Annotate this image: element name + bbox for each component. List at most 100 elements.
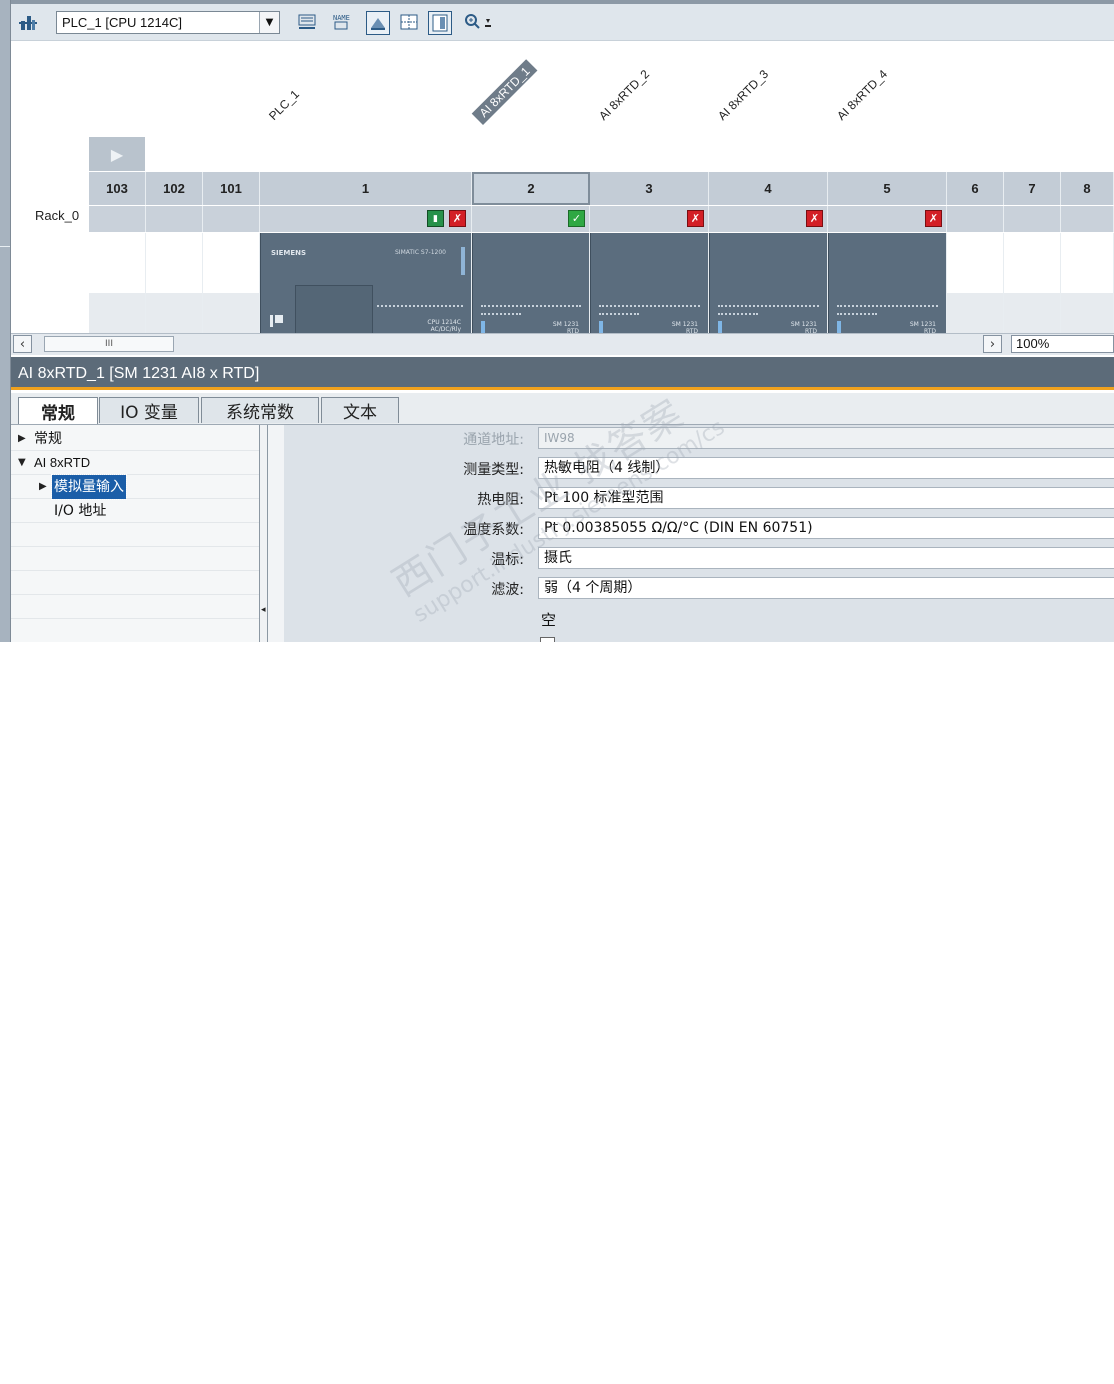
diagnostic-error-icon[interactable]: ✗ [925, 210, 942, 227]
prop-row-empty: 空 [284, 606, 1114, 642]
inspector-nav-tree: ▶ 常规 ▼ AI 8xRTD ▶ 模拟量输入 I/O 地址 [11, 425, 259, 642]
nav-splitter[interactable]: ◂ [259, 425, 268, 642]
nav-item-label-selected: 模拟量输入 [51, 474, 127, 500]
empty-slot[interactable] [1061, 233, 1114, 333]
inspector-title: AI 8xRTD_1 [SM 1231 AI8 x RTD] [11, 357, 1114, 390]
slot-header[interactable]: 5 [828, 172, 947, 205]
rack-cell[interactable] [947, 206, 1004, 232]
empty-slot[interactable] [1004, 233, 1061, 333]
zoom-icon[interactable] [463, 11, 499, 33]
diagnostic-error-icon[interactable]: ✗ [687, 210, 704, 227]
expand-right-icon[interactable]: ▶ [39, 475, 47, 499]
horizontal-scrollbar[interactable]: ‹ III › 100% [11, 333, 1114, 355]
io-led-row [377, 305, 463, 309]
ok-check-icon[interactable]: ✓ [568, 210, 585, 227]
io-led-row [481, 313, 521, 317]
scrollbar-thumb[interactable]: III [44, 336, 174, 352]
slot-header[interactable]: 7 [1004, 172, 1061, 205]
address-overview-icon[interactable] [296, 11, 318, 33]
io-led-row [837, 313, 877, 317]
scroll-right-icon[interactable]: › [983, 335, 1002, 353]
collapse-left-icon[interactable]: ◂ [261, 605, 266, 615]
empty-slot[interactable] [89, 233, 146, 333]
slot-header[interactable]: 3 [590, 172, 709, 205]
temp-coefficient-select[interactable]: Pt 0.00385055 Ω/Ω/°C (DIN EN 60751) [538, 517, 1114, 539]
rack-rail [1061, 293, 1113, 333]
rack-cell[interactable] [1004, 206, 1061, 232]
column-label-module: AI 8xRTD_4 [834, 67, 891, 123]
signal-module[interactable]: SM 1231 RTD [709, 233, 828, 335]
module-labels-icon[interactable] [366, 11, 390, 35]
slot-header[interactable]: 102 [146, 172, 203, 205]
rack-rail [1004, 293, 1060, 333]
tab-texts[interactable]: 文本 [321, 397, 399, 423]
rack-rail [89, 293, 145, 333]
signal-module-selected[interactable]: SM 1231 RTD [472, 233, 590, 335]
network-icon[interactable] [17, 11, 39, 33]
cpu-model-label: SIMATIC S7-1200 [395, 249, 446, 256]
empty-slot[interactable] [146, 233, 203, 333]
signal-module[interactable]: SM 1231 RTD [828, 233, 947, 335]
left-collapsed-panel[interactable] [0, 0, 11, 642]
cpu-door [295, 285, 373, 335]
device-view-canvas[interactable]: PLC_1 AI 8xRTD_1 AI 8xRTD_2 AI 8xRTD_3 A… [11, 41, 1114, 335]
signal-module[interactable]: SM 1231 RTD [590, 233, 709, 335]
grid-icon[interactable] [398, 11, 420, 33]
rack-cell[interactable] [203, 206, 260, 232]
page-break-icon[interactable] [428, 11, 452, 35]
nav-item-label: I/O 地址 [54, 503, 107, 519]
cpu-run-status-icon[interactable]: ▮ [427, 210, 444, 227]
cpu-module[interactable]: SIEMENS SIMATIC S7-1200 CPU 1214C AC/DC/… [260, 233, 472, 335]
temp-scale-select[interactable]: 摄氏 [538, 547, 1114, 569]
slot-header[interactable]: 4 [709, 172, 828, 205]
device-select[interactable]: PLC_1 [CPU 1214C] ▼ [56, 11, 280, 34]
slot-header[interactable]: 6 [947, 172, 1004, 205]
nav-empty-row [11, 547, 259, 571]
device-name-icon[interactable]: NAME [331, 11, 353, 33]
rack-rail [146, 293, 202, 333]
properties-panel: 通道地址: IW98 测量类型: 热敏电阻（4 线制） 热电阻: Pt 100 … [284, 425, 1114, 642]
prop-row-measurement-type: 测量类型: 热敏电阻（4 线制） [284, 456, 1114, 480]
zoom-level-field[interactable]: 100% [1011, 335, 1114, 353]
status-led [599, 321, 603, 333]
io-led-row [599, 313, 639, 317]
io-led-row [718, 313, 758, 317]
cpu-small-label: AC/DC/Rly [430, 326, 461, 333]
empty-slot[interactable] [947, 233, 1004, 333]
diagnostic-error-icon[interactable]: ✗ [806, 210, 823, 227]
rack-cell[interactable] [1061, 206, 1114, 232]
tab-io-tags[interactable]: IO 变量 [99, 397, 199, 423]
nav-item-io-address[interactable]: I/O 地址 [11, 499, 259, 523]
dropdown-arrow-icon[interactable]: ▼ [259, 12, 279, 33]
nav-empty-row [11, 595, 259, 619]
filter-select[interactable]: 弱（4 个周期） [538, 577, 1114, 599]
rack-cell[interactable] [146, 206, 203, 232]
empty-slot[interactable] [203, 233, 260, 333]
checkbox[interactable] [540, 637, 555, 642]
expand-right-icon[interactable]: ▶ [18, 427, 26, 451]
nav-empty-row [11, 571, 259, 595]
column-label-selected-module[interactable]: AI 8xRTD_1 [471, 59, 538, 125]
empty-text: 空 [541, 611, 557, 629]
tab-general[interactable]: 常规 [18, 397, 98, 424]
slot-header[interactable]: 1 [260, 172, 472, 205]
slot-header[interactable]: 103 [89, 172, 146, 205]
slot-header-selected[interactable]: 2 [472, 172, 590, 205]
divider [0, 246, 10, 247]
nav-item-module[interactable]: ▼ AI 8xRTD [11, 451, 259, 475]
scroll-left-icon[interactable]: ‹ [13, 335, 32, 353]
slot-header[interactable]: 8 [1061, 172, 1114, 205]
chevron-right-icon: ▶ [110, 144, 124, 164]
nav-item-general[interactable]: ▶ 常规 [11, 427, 259, 451]
sm-small-label: SM 1231 [671, 321, 698, 328]
expand-rack-button[interactable]: ▶ [89, 137, 145, 171]
diagnostic-error-icon[interactable]: ✗ [449, 210, 466, 227]
expand-down-icon[interactable]: ▼ [18, 451, 26, 475]
slot-header[interactable]: 101 [203, 172, 260, 205]
nav-item-analog-input[interactable]: ▶ 模拟量输入 [11, 474, 259, 500]
rack-cell[interactable] [89, 206, 146, 232]
column-label-module: AI 8xRTD_2 [596, 67, 653, 123]
column-label-module: AI 8xRTD_3 [715, 67, 772, 123]
tab-system-constants[interactable]: 系统常数 [201, 397, 319, 423]
io-led-row [599, 305, 700, 309]
